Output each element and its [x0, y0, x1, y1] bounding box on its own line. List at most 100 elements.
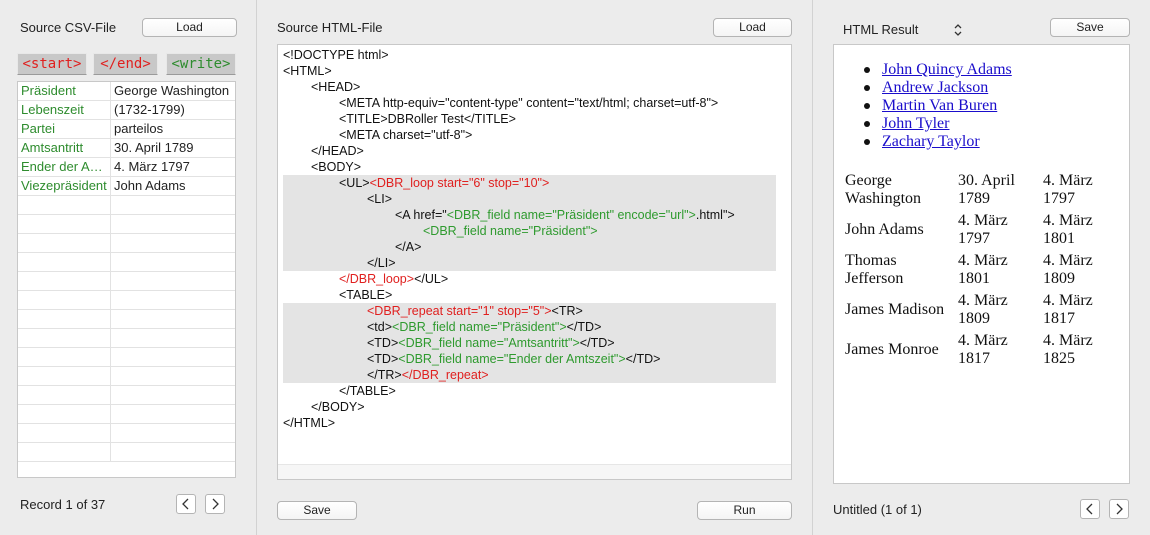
csv-row[interactable]	[18, 348, 235, 367]
csv-row[interactable]	[18, 291, 235, 310]
csv-row[interactable]	[18, 329, 235, 348]
code-line[interactable]: <META http-equiv="content-type" content=…	[283, 95, 776, 111]
csv-row[interactable]: Lebenszeit (1732-1799)	[18, 101, 235, 120]
csv-field-name	[18, 291, 111, 309]
csv-row[interactable]: Präsident George Washington	[18, 82, 235, 101]
run-button[interactable]: Run	[697, 501, 792, 520]
csv-row[interactable]	[18, 424, 235, 443]
csv-row[interactable]: Partei parteilos	[18, 120, 235, 139]
code-line[interactable]: </TABLE>	[283, 383, 776, 399]
csv-field-name: Ender der Amtszeit	[18, 158, 111, 176]
csv-field-name	[18, 329, 111, 347]
start-tag-button[interactable]: <start>	[17, 53, 87, 75]
next-record-button[interactable]	[205, 494, 225, 514]
csv-row[interactable]	[18, 405, 235, 424]
code-line[interactable]: <LI>	[283, 191, 776, 207]
code-line[interactable]: <td><DBR_field name="Präsident"></TD>	[283, 319, 776, 335]
csv-record-table[interactable]: Präsident George Washington Lebenszeit (173…	[17, 81, 236, 478]
president-link[interactable]: John Quincy Adams	[882, 61, 1012, 78]
html-text: </TD>	[566, 320, 602, 334]
code-line[interactable]: <!DOCTYPE html>	[283, 47, 776, 63]
prev-record-button[interactable]	[176, 494, 196, 514]
code-line[interactable]: <TD><DBR_field name="Ender der Amtszeit"…	[283, 351, 776, 367]
cell-text: 4. März	[958, 212, 1008, 229]
code-line[interactable]: <HTML>	[283, 63, 776, 79]
dbr-tag: </DBR_repeat>	[401, 368, 489, 382]
csv-row[interactable]	[18, 367, 235, 386]
code-line[interactable]: <A href="<DBR_field name="Präsident" enc…	[283, 207, 776, 223]
csv-row[interactable]	[18, 215, 235, 234]
code-line[interactable]: <META charset="utf-8">	[283, 127, 776, 143]
next-document-button[interactable]	[1109, 499, 1129, 519]
html-result-view[interactable]: John Quincy Adams Andrew Jackson Martin Va…	[833, 44, 1130, 484]
csv-row[interactable]	[18, 386, 235, 405]
html-text: <LI>	[367, 192, 393, 206]
csv-row[interactable]: Ender der Amtszeit4. März 1797	[18, 158, 235, 177]
code-line[interactable]: <DBR_repeat start="1" stop="5"><TR>	[283, 303, 776, 319]
write-tag-button[interactable]: <write>	[166, 53, 236, 75]
term-start-cell: 4. März 1817	[958, 332, 1043, 368]
horizontal-scrollbar[interactable]	[278, 464, 791, 479]
cell-text: 30. April	[958, 172, 1015, 189]
csv-row[interactable]	[18, 310, 235, 329]
cell-text: 1789	[958, 190, 990, 207]
html-source-editor[interactable]: <!DOCTYPE html> <HTML> <HEAD> <META http-eq…	[277, 44, 792, 480]
html-text: <UL>	[339, 176, 370, 190]
csv-field-name	[18, 424, 111, 442]
code-line[interactable]: </HEAD>	[283, 143, 776, 159]
csv-field-value: 30. April 1789	[114, 140, 194, 155]
csv-field-name	[18, 234, 111, 252]
president-link[interactable]: Andrew Jackson	[882, 79, 988, 96]
president-link[interactable]: Zachary Taylor	[882, 133, 980, 150]
end-tag-button[interactable]: </end>	[93, 53, 158, 75]
prev-document-button[interactable]	[1080, 499, 1100, 519]
html-text: </UL>	[414, 272, 449, 286]
code-line[interactable]: </HTML>	[283, 415, 776, 431]
cell-text: 4. März	[1043, 172, 1093, 189]
html-save-button[interactable]: Save	[277, 501, 357, 520]
cell-text: James Monroe	[845, 341, 939, 358]
president-cell: James Madison	[845, 301, 958, 319]
html-text: </HEAD>	[311, 144, 364, 158]
cell-text: 4. März	[1043, 252, 1093, 269]
html-load-button[interactable]: Load	[713, 18, 792, 37]
code-line[interactable]: </TR></DBR_repeat>	[283, 367, 776, 383]
code-line[interactable]: <TABLE>	[283, 287, 776, 303]
code-line[interactable]: </A>	[283, 239, 776, 255]
html-text: <TITLE>DBRoller Test</TITLE>	[339, 112, 516, 126]
result-select[interactable]: HTML Result	[843, 22, 918, 37]
code-line[interactable]: <BODY>	[283, 159, 776, 175]
csv-row[interactable]	[18, 196, 235, 215]
table-row: George Washington 30. April 1789 4. März 1797	[845, 170, 1123, 210]
html-text: <META http-equiv="content-type" content=…	[339, 96, 719, 110]
code-line[interactable]: <TD><DBR_field name="Amtsantritt"></TD>	[283, 335, 776, 351]
dbr-field: <DBR_field name="Präsident">	[423, 224, 598, 238]
code-line[interactable]: <TITLE>DBRoller Test</TITLE>	[283, 111, 776, 127]
csv-row[interactable]	[18, 443, 235, 462]
president-link[interactable]: John Tyler	[882, 115, 949, 132]
csv-row[interactable]	[18, 272, 235, 291]
html-text: </BODY>	[311, 400, 365, 414]
term-start-cell: 4. März 1797	[958, 212, 1043, 248]
code-line[interactable]: <DBR_field name="Präsident">	[283, 223, 776, 239]
csv-row[interactable]: Amtsantritt 30. April 1789	[18, 139, 235, 158]
cell-text: 4. März	[958, 292, 1008, 309]
up-down-arrows-icon[interactable]	[953, 23, 963, 37]
html-text: </TABLE>	[339, 384, 396, 398]
code-line[interactable]: </LI>	[283, 255, 776, 271]
code-line[interactable]: <UL><DBR_loop start="6" stop="10">	[283, 175, 776, 191]
csv-row[interactable]	[18, 234, 235, 253]
csv-field-value	[111, 215, 235, 233]
csv-field-value: George Washington	[114, 83, 230, 98]
code-line[interactable]: </BODY>	[283, 399, 776, 415]
code-line[interactable]: <HEAD>	[283, 79, 776, 95]
president-link[interactable]: Martin Van Buren	[882, 97, 997, 114]
csv-panel: Source CSV-File Load <start> </end> <wri…	[0, 0, 256, 535]
result-save-button[interactable]: Save	[1050, 18, 1130, 37]
csv-load-button[interactable]: Load	[142, 18, 237, 37]
record-status: Record 1 of 37	[20, 497, 106, 512]
csv-field-name	[18, 196, 111, 214]
csv-row[interactable]	[18, 253, 235, 272]
csv-row[interactable]: Viezepräsident John Adams	[18, 177, 235, 196]
code-line[interactable]: </DBR_loop></UL>	[283, 271, 776, 287]
